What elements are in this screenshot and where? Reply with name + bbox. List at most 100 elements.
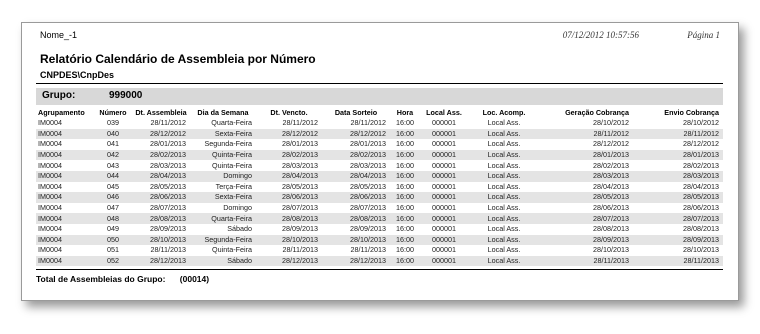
table-cell: Quarta-Feira	[190, 213, 256, 224]
table-cell: 28/10/2012	[683, 118, 719, 128]
table-cell: Local Ass.	[468, 213, 540, 224]
table-row: IM0004 050 28/10/2013 Segunda-Feira 28/10/20…	[36, 234, 723, 246]
table-cell: Quinta-Feira	[212, 245, 252, 255]
table-cell: 28/11/2013	[282, 245, 318, 255]
table-cell: 28/08/2013	[683, 224, 719, 234]
table-cell: 28/02/2013	[132, 149, 190, 161]
report-meta: 07/12/2012 10:57:56 Página 1	[563, 30, 720, 40]
table-cell: Local Ass.	[487, 203, 521, 213]
header-divider	[36, 83, 723, 84]
table-cell: 28/04/2013	[256, 170, 322, 182]
table-cell: 16:00	[390, 170, 420, 182]
table-cell: IM0004	[38, 181, 62, 191]
col-header: Dt. Assembleia	[135, 107, 187, 117]
table-cell: 28/12/2012	[322, 128, 390, 140]
table-header-row: Agrupamento Número Dt. Assembleia Dia da…	[36, 106, 723, 118]
table-cell: IM0004	[36, 213, 94, 224]
table-row: IM0004 044 28/04/2013 Domingo 28/04/2013 28/0…	[36, 170, 723, 182]
table-cell: 28/09/2013	[150, 224, 186, 234]
table-cell: 28/12/2012	[593, 139, 629, 149]
table-cell: Sexta-Feira	[190, 128, 256, 140]
table-cell: 16:00	[390, 255, 420, 267]
col-header: Dt. Vencto.	[270, 107, 308, 117]
table-cell: Quinta-Feira	[190, 149, 256, 161]
table-cell: 28/07/2013	[633, 213, 723, 224]
table-cell: 000001	[420, 255, 468, 267]
table-cell: 28/01/2013	[150, 139, 186, 149]
table-cell: 16:00	[390, 234, 420, 246]
table-cell: Local Ass.	[468, 128, 540, 140]
table-cell: 28/06/2013	[322, 192, 390, 203]
table-bottom-rule	[36, 269, 723, 270]
document-name: Nome_-1	[40, 30, 78, 40]
table-row: IM0004 052 28/12/2013 Sábado 28/12/2013 28/12…	[36, 255, 723, 267]
table-cell: 28/02/2013	[593, 160, 629, 170]
table-cell: 28/05/2013	[282, 181, 318, 191]
table-row: IM0004 051 28/11/2013 Quinta-Feira 28/11/201…	[36, 245, 723, 256]
table-cell: 046	[94, 192, 132, 203]
table-cell: 28/11/2012	[540, 128, 633, 140]
table-cell: Local Ass.	[468, 234, 540, 246]
table-cell: 28/07/2013	[282, 203, 318, 213]
col-header: Geração Cobrança	[565, 107, 629, 117]
table-cell: IM0004	[36, 255, 94, 267]
table-row: IM0004 041 28/01/2013 Segunda-Feira 28/01/20…	[36, 139, 723, 150]
table-cell: 28/12/2012	[132, 128, 190, 140]
table-cell: IM0004	[38, 118, 62, 128]
table-cell: 049	[107, 224, 119, 234]
col-header: Agrupamento	[38, 107, 85, 117]
table-cell: 16:00	[390, 192, 420, 203]
table-cell: 000001	[432, 118, 456, 128]
table-cell: Local Ass.	[487, 181, 521, 191]
table-cell: Local Ass.	[468, 255, 540, 267]
table-cell: 28/04/2013	[683, 181, 719, 191]
table-cell: 28/11/2012	[282, 118, 318, 128]
table-cell: IM0004	[38, 139, 62, 149]
table-cell: 16:00	[396, 118, 414, 128]
table-cell: 28/03/2013	[282, 160, 318, 170]
table-cell: 28/01/2013	[540, 149, 633, 161]
timestamp: 07/12/2012 10:57:56	[562, 30, 639, 40]
table-cell: Quinta-Feira	[212, 160, 252, 170]
table-cell: 28/12/2012	[256, 128, 322, 140]
table-cell: 048	[94, 213, 132, 224]
table-cell: 28/12/2013	[322, 255, 390, 267]
table-cell: 28/10/2012	[593, 118, 629, 128]
col-header: Loc. Acomp.	[482, 107, 526, 117]
table-cell: 28/06/2013	[593, 203, 629, 213]
table-cell: 052	[94, 255, 132, 267]
table-cell: 050	[94, 234, 132, 246]
table-cell: 28/04/2013	[132, 170, 190, 182]
table-cell: 045	[107, 181, 119, 191]
table-cell: 28/07/2013	[150, 203, 186, 213]
table-cell: 16:00	[390, 128, 420, 140]
table-cell: 16:00	[396, 203, 414, 213]
table-row: IM0004 042 28/02/2013 Quinta-Feira 28/02/201…	[36, 149, 723, 161]
table-body: IM0004 039 28/11/2012 Quarta-Feira 28/11/201…	[36, 118, 723, 267]
table-cell: Domingo	[223, 203, 252, 213]
table-cell: 000001	[420, 234, 468, 246]
table-cell: 000001	[432, 139, 456, 149]
table-row: IM0004 039 28/11/2012 Quarta-Feira 28/11/201…	[36, 118, 723, 129]
table-cell: Sábado	[190, 255, 256, 267]
table-cell: 000001	[432, 203, 456, 213]
table-cell: 28/11/2013	[540, 255, 633, 267]
table-cell: 28/09/2013	[282, 224, 318, 234]
table-cell: 28/06/2013	[132, 192, 190, 203]
table-cell: 051	[107, 245, 119, 255]
report-header-row: Nome_-1 07/12/2012 10:57:56 Página 1	[40, 30, 720, 44]
report-title: Relatório Calendário de Assembleia por N…	[40, 52, 316, 66]
table-cell: 28/02/2013	[683, 160, 719, 170]
table-cell: 000001	[420, 149, 468, 161]
col-header: Hora	[396, 107, 414, 117]
table-cell: 28/09/2013	[633, 234, 723, 246]
table-cell: Domingo	[190, 170, 256, 182]
table-cell: 28/10/2013	[683, 245, 719, 255]
table-cell: 28/01/2013	[350, 139, 386, 149]
total-value: (00014)	[179, 274, 210, 284]
table-cell: Local Ass.	[468, 170, 540, 182]
table-cell: IM0004	[36, 170, 94, 182]
table-cell: 28/03/2013	[540, 170, 633, 182]
table-cell: 28/05/2013	[633, 192, 723, 203]
table-cell: 28/10/2013	[132, 234, 190, 246]
